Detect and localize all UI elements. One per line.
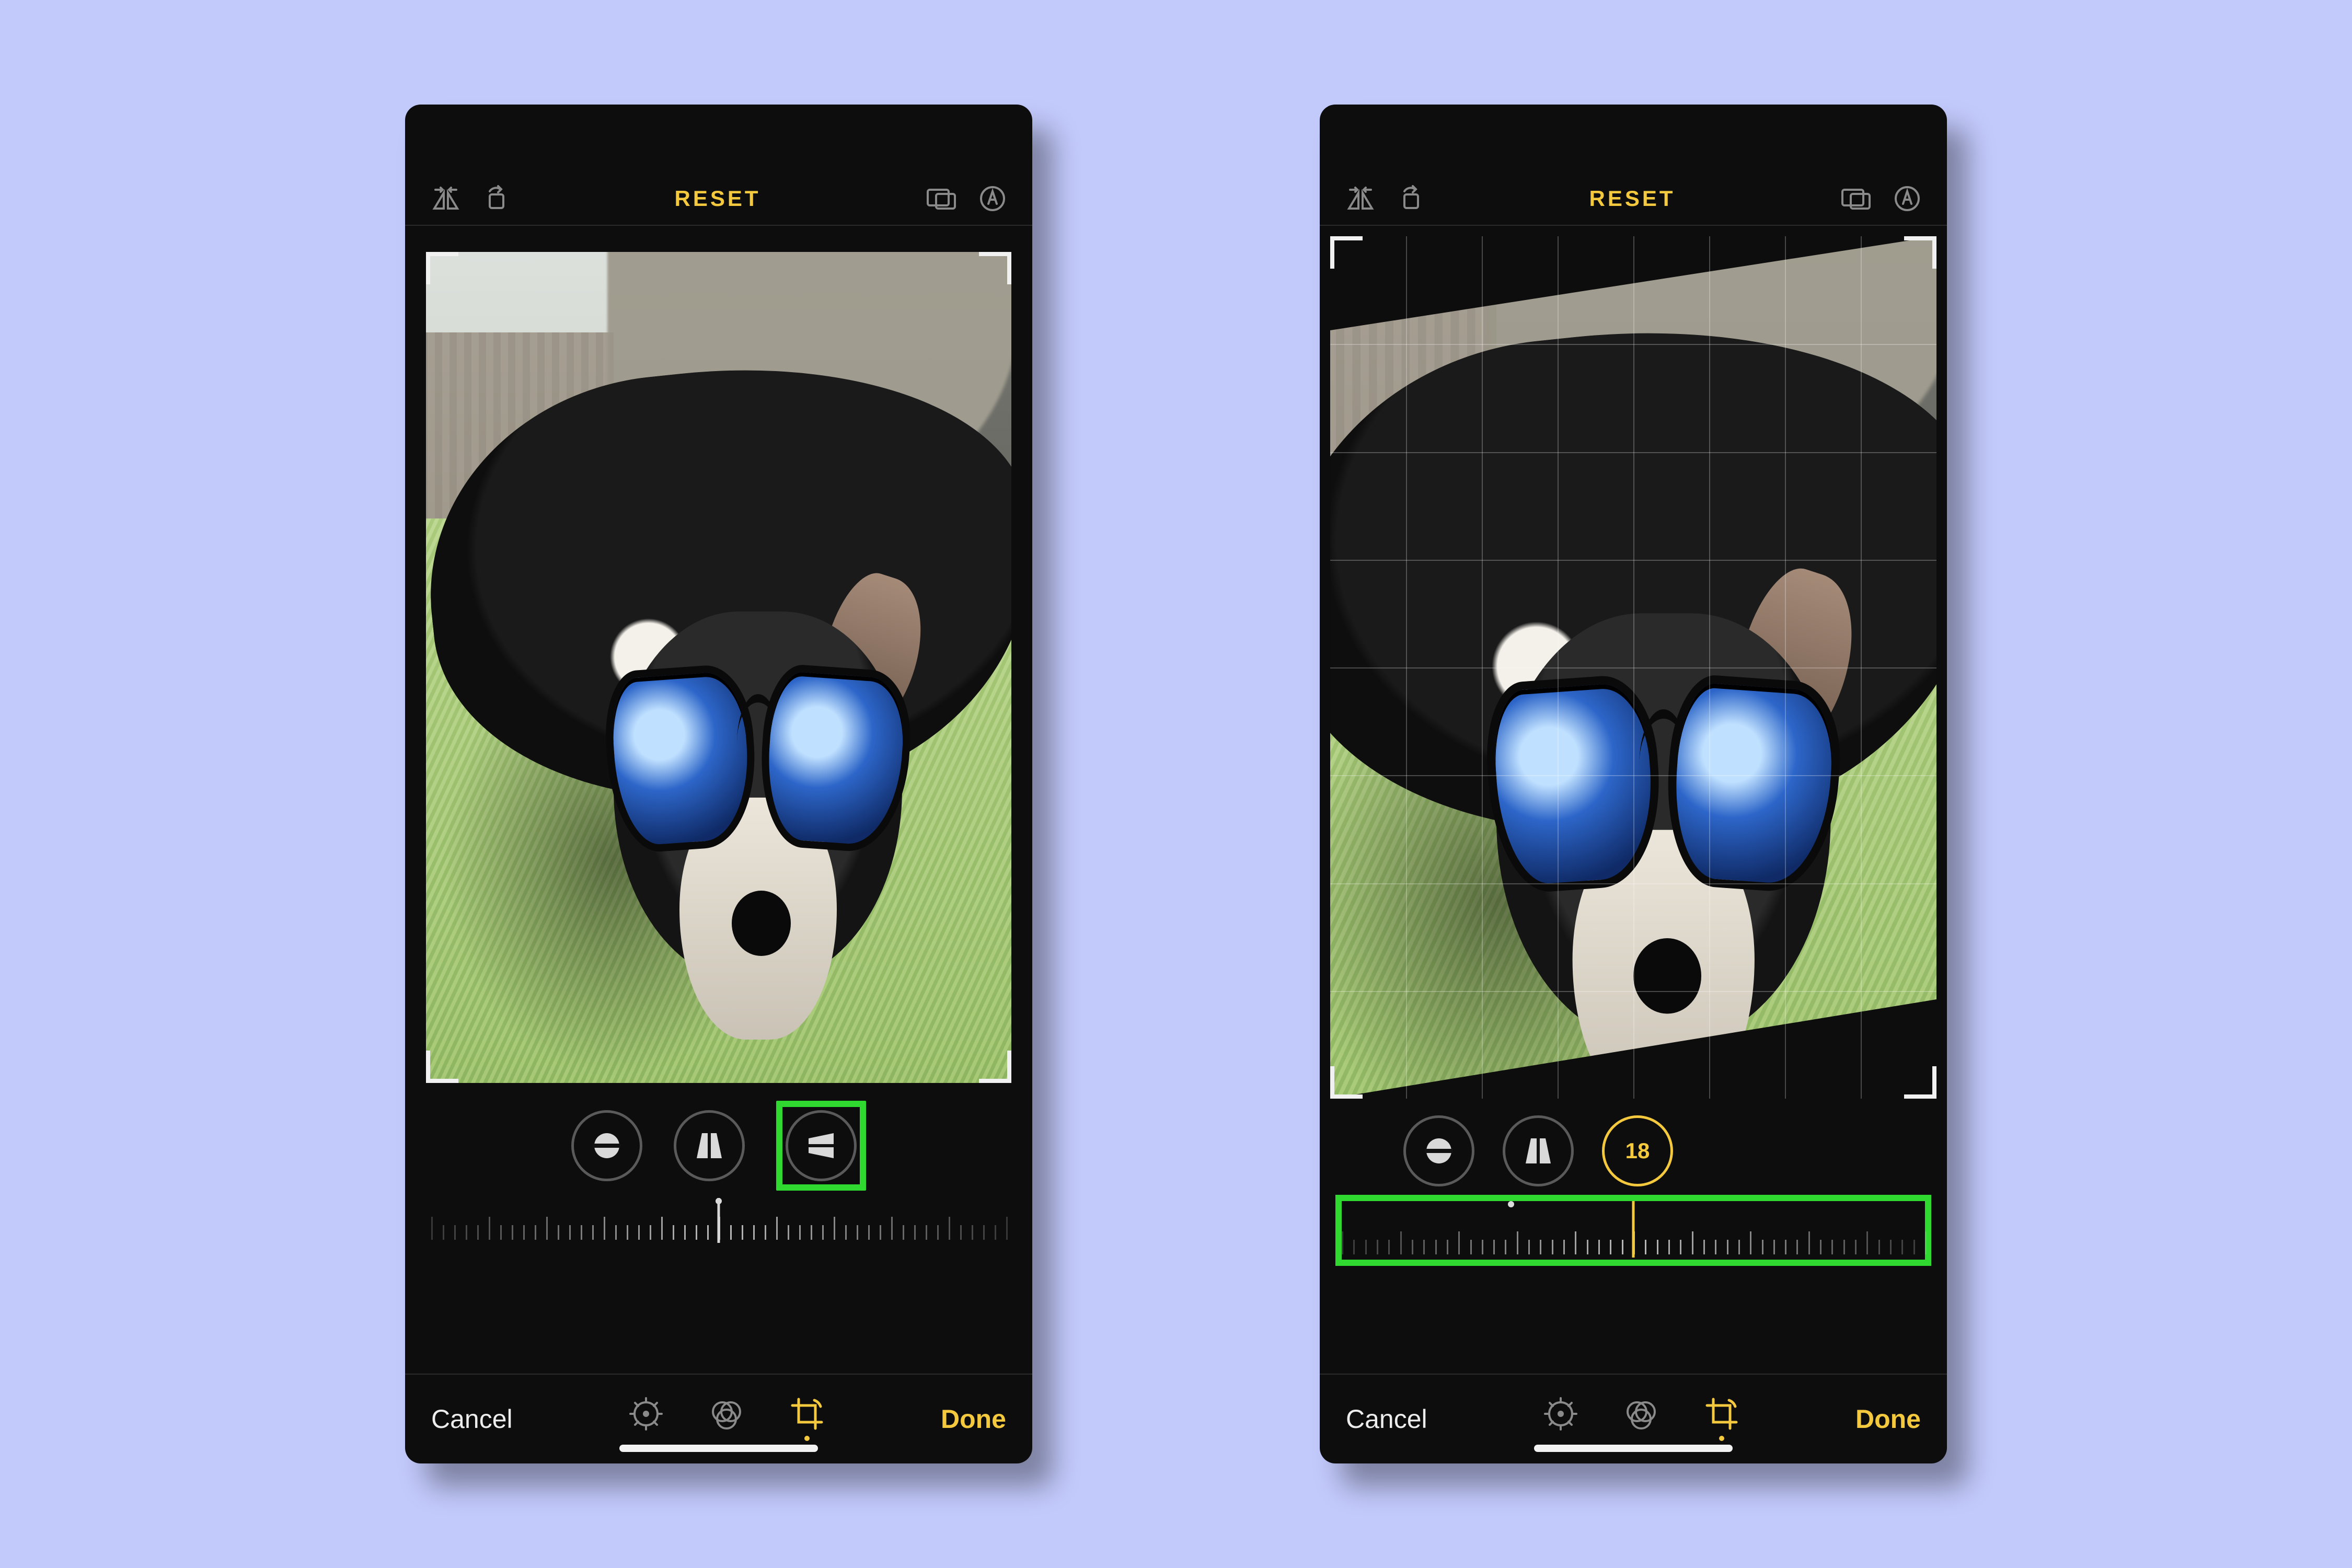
home-indicator[interactable] xyxy=(619,1445,818,1452)
rotate-icon[interactable] xyxy=(1397,185,1424,212)
flip-icon[interactable] xyxy=(1346,186,1375,212)
adjustment-dial[interactable] xyxy=(431,1198,1006,1245)
aspect-ratio-icon[interactable] xyxy=(926,187,957,211)
crop-handle-tl[interactable] xyxy=(426,252,458,284)
tab-crop[interactable] xyxy=(790,1397,824,1441)
cancel-button[interactable]: Cancel xyxy=(1346,1404,1427,1434)
perspective-value: 18 xyxy=(1625,1138,1650,1163)
perspective-tools xyxy=(405,1104,1032,1187)
crop-handle-tr[interactable] xyxy=(979,252,1011,284)
photo xyxy=(1330,236,1936,1099)
crop-canvas[interactable] xyxy=(426,252,1011,1083)
phone-left: RESET xyxy=(405,105,1032,1463)
straighten-tool[interactable] xyxy=(571,1110,642,1181)
home-indicator[interactable] xyxy=(1534,1445,1733,1452)
cancel-button[interactable]: Cancel xyxy=(431,1404,513,1434)
horizontal-perspective-tool[interactable]: 18 xyxy=(1602,1115,1673,1186)
adjustment-dial[interactable] xyxy=(1335,1195,1931,1266)
photo xyxy=(426,252,1011,1083)
rotate-icon[interactable] xyxy=(482,185,510,212)
crop-top-toolbar: RESET xyxy=(1320,172,1947,226)
crop-handle-tl[interactable] xyxy=(1330,236,1363,269)
tab-adjust[interactable] xyxy=(629,1397,663,1441)
crop-handle-br[interactable] xyxy=(1904,1066,1936,1099)
tab-filters[interactable] xyxy=(710,1397,743,1441)
tab-filters[interactable] xyxy=(1624,1397,1658,1441)
reset-button[interactable]: RESET xyxy=(1589,186,1675,211)
straighten-tool[interactable] xyxy=(1403,1115,1474,1186)
perspective-tools: 18 xyxy=(1320,1109,1947,1193)
tutorial-highlight xyxy=(776,1101,866,1191)
dial-pointer xyxy=(1632,1201,1635,1258)
done-button[interactable]: Done xyxy=(1855,1404,1921,1434)
crop-top-toolbar: RESET xyxy=(405,172,1032,226)
status-bar xyxy=(405,105,1032,172)
markup-icon[interactable] xyxy=(1894,185,1921,212)
crop-handle-tr[interactable] xyxy=(1904,236,1936,269)
crop-handle-br[interactable] xyxy=(979,1051,1011,1083)
crop-handle-bl[interactable] xyxy=(426,1051,458,1083)
aspect-ratio-icon[interactable] xyxy=(1840,187,1872,211)
status-bar xyxy=(1320,105,1947,172)
done-button[interactable]: Done xyxy=(941,1404,1006,1434)
flip-icon[interactable] xyxy=(431,186,460,212)
tab-crop[interactable] xyxy=(1705,1397,1738,1441)
crop-canvas[interactable] xyxy=(1330,236,1936,1099)
dial-origin-dot xyxy=(1508,1201,1514,1207)
dial-pointer xyxy=(718,1198,720,1243)
horizontal-perspective-tool[interactable] xyxy=(786,1110,857,1181)
markup-icon[interactable] xyxy=(979,185,1006,212)
crop-handle-bl[interactable] xyxy=(1330,1066,1363,1099)
tab-adjust[interactable] xyxy=(1544,1397,1577,1441)
phone-right: RESET xyxy=(1320,105,1947,1463)
reset-button[interactable]: RESET xyxy=(674,186,760,211)
vertical-perspective-tool[interactable] xyxy=(674,1110,745,1181)
vertical-perspective-tool[interactable] xyxy=(1503,1115,1574,1186)
